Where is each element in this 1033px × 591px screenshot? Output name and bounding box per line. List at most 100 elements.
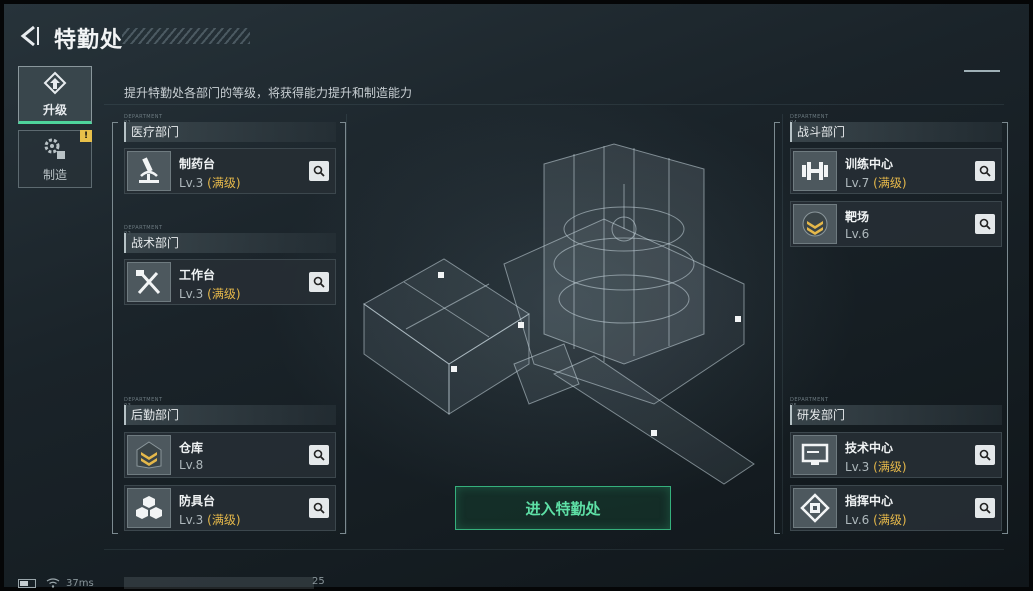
tab-craft[interactable]: ! 制造 [18,130,92,188]
dept-title: 战术部门 [124,233,336,253]
rank-chevron-icon [802,211,828,237]
facility-thumb [793,204,837,244]
max-tag: (满级) [207,176,241,190]
facility-thumb [127,488,171,528]
facility-level: Lv.3 (满级) [179,285,241,302]
right-bracket [1002,122,1008,534]
facility-thumb [793,151,837,191]
ping-text: 37ms [66,577,94,589]
level-value: Lv.3 [179,176,204,190]
max-tag: (满级) [873,460,907,474]
facility-name: 靶场 [845,210,870,224]
tab-craft-label: 制造 [42,167,67,182]
monitor-icon [801,443,829,465]
level-value: Lv.7 [845,176,870,190]
search-icon [313,502,325,514]
dept-title: 医疗部门 [124,122,336,142]
facility-thumb [127,262,171,302]
inspect-button[interactable] [975,445,995,465]
facility-name: 训练中心 [845,157,894,171]
facility-name: 仓库 [179,441,204,455]
inspect-button[interactable] [309,445,329,465]
level-value: Lv.3 [179,513,204,527]
facility-card-warehouse[interactable]: 仓库 Lv.8 [124,432,336,478]
facility-level: Lv.3 (满级) [845,458,907,475]
search-icon [313,449,325,461]
upgrade-icon [43,71,67,94]
inspect-button[interactable] [309,272,329,292]
warning-badge: ! [80,130,92,142]
chip-icon [800,493,830,523]
tab-upgrade[interactable]: 升级 [18,66,92,124]
max-tag: (满级) [873,513,907,527]
grid-line [104,104,1004,105]
level-value: Lv.3 [845,460,870,474]
facility-thumb [793,488,837,528]
search-icon [979,449,991,461]
dept-title: 战斗部门 [790,122,1002,142]
facility-level: Lv.6 (满级) [845,511,907,528]
facility-thumb [793,435,837,475]
facility-card-tech-center[interactable]: 技术中心 Lv.3 (满级) [790,432,1002,478]
facility-name: 防具台 [179,494,216,508]
search-icon [979,502,991,514]
level-value: Lv.6 [845,513,870,527]
dept-title: 研发部门 [790,405,1002,425]
decoration-line [964,70,1000,72]
facility-name: 技术中心 [845,441,894,455]
level-value: Lv.3 [179,287,204,301]
facility-name: 制药台 [179,157,216,171]
uid-suffix: 25 [312,576,325,587]
title-decoration [122,28,250,44]
level-value: Lv.6 [845,227,870,241]
battery-icon [18,578,36,588]
facility-name: 指挥中心 [845,494,894,508]
chevrons-icon [136,441,162,469]
facility-card-shooting-range[interactable]: 靶场 Lv.6 [790,201,1002,247]
uid-blurred [124,577,314,589]
facility-name: 工作台 [179,268,216,282]
enter-facility-button[interactable]: 进入特勤处 [455,486,671,530]
wifi-icon [46,578,60,588]
facility-thumb [127,151,171,191]
page-subtitle: 提升特勤处各部门的等级，将获得能力提升和制造能力 [124,86,413,100]
inspect-button[interactable] [975,161,995,181]
facility-level: Lv.3 (满级) [179,511,241,528]
facility-card-command-center[interactable]: 指挥中心 Lv.6 (满级) [790,485,1002,531]
grid-line [782,114,783,534]
left-bracket [112,122,118,534]
game-screen: 特勤处 提升特勤处各部门的等级，将获得能力提升和制造能力 升级 ! 制造 DEP… [0,0,1033,591]
tools-icon [136,270,161,295]
level-value: Lv.8 [179,458,204,472]
facility-thumb [127,435,171,475]
facility-level: Lv.3 (满级) [179,174,241,191]
status-bar: 37ms [18,576,94,590]
inspect-button[interactable] [975,498,995,518]
facility-level: Lv.8 [179,458,203,472]
gears-icon [44,138,65,159]
facility-hologram[interactable] [354,124,774,504]
search-icon [979,165,991,177]
inspect-button[interactable] [309,498,329,518]
back-button[interactable] [18,24,42,48]
cubes-icon [136,496,162,519]
dumbbell-icon [802,162,828,180]
dept-title: 后勤部门 [124,405,336,425]
max-tag: (满级) [207,287,241,301]
search-icon [979,218,991,230]
facility-card-workbench[interactable]: 工作台 Lv.3 (满级) [124,259,336,305]
back-arrow-icon [20,25,39,47]
facility-card-pharmacy[interactable]: 制药台 Lv.3 (满级) [124,148,336,194]
inspect-button[interactable] [975,214,995,234]
microscope-icon [139,157,159,183]
search-icon [313,165,325,177]
page-title: 特勤处 [54,28,124,53]
facility-card-armor-bench[interactable]: 防具台 Lv.3 (满级) [124,485,336,531]
max-tag: (满级) [207,513,241,527]
grid-line [104,549,1004,550]
facility-level: Lv.6 [845,227,869,241]
facility-card-training-center[interactable]: 训练中心 Lv.7 (满级) [790,148,1002,194]
facility-level: Lv.7 (满级) [845,174,907,191]
inspect-button[interactable] [309,161,329,181]
grid-line [346,114,347,534]
